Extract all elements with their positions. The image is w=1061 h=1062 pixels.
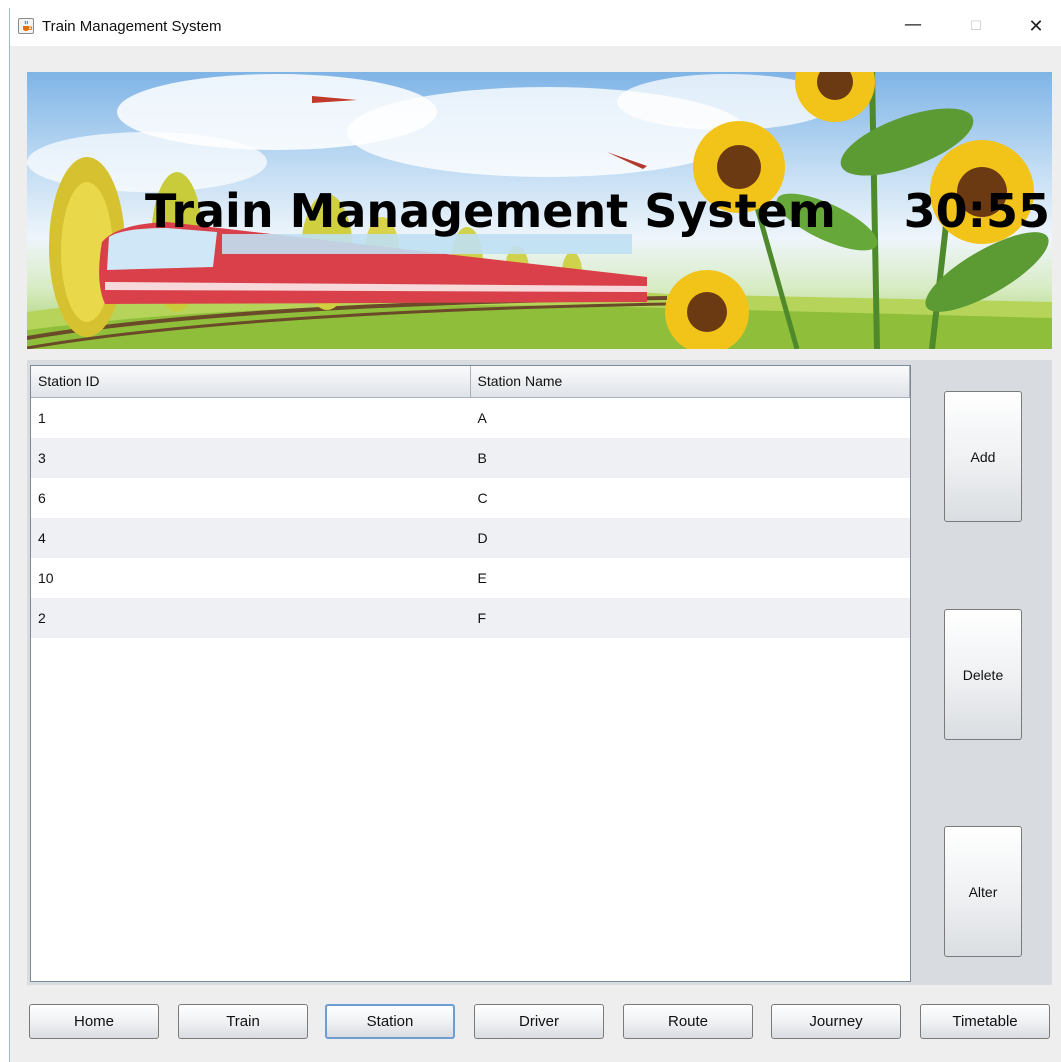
column-header-station-id[interactable]: Station ID: [31, 366, 471, 398]
cell-station-id: 2: [38, 610, 46, 626]
banner-title: Train Management System: [145, 184, 836, 238]
cell-station-id: 3: [38, 450, 46, 466]
table-row[interactable]: 3 B: [31, 438, 910, 478]
column-header-station-name[interactable]: Station Name: [471, 366, 910, 398]
window-title: Train Management System: [42, 18, 222, 35]
header-banner: Train Management System 30:55: [27, 72, 1052, 349]
app-window: Train Management System — ☐ ✕ Train Mana…: [9, 8, 1061, 1062]
clock-display: 30:55: [903, 184, 1050, 238]
table-header: Station ID Station Name: [31, 366, 910, 398]
bottom-nav: Home Train Station Driver Route Journey …: [27, 1002, 1052, 1042]
table-row[interactable]: 10 E: [31, 558, 910, 598]
java-cup-icon[interactable]: [18, 18, 34, 34]
table-row[interactable]: 4 D: [31, 518, 910, 558]
table-row[interactable]: 6 C: [31, 478, 910, 518]
nav-station-button[interactable]: Station: [325, 1004, 455, 1039]
cell-station-id: 1: [38, 410, 46, 426]
nav-timetable-button[interactable]: Timetable: [920, 1004, 1050, 1039]
nav-route-button[interactable]: Route: [623, 1004, 753, 1039]
alter-button[interactable]: Alter: [944, 826, 1022, 957]
station-table[interactable]: Station ID Station Name 1 A 3 B 6 C 4 D …: [30, 365, 911, 982]
maximize-button[interactable]: ☐: [953, 12, 999, 42]
close-button[interactable]: ✕: [1013, 12, 1059, 42]
table-body: 1 A 3 B 6 C 4 D 10 E 2 F: [31, 398, 910, 638]
content-panel: Station ID Station Name 1 A 3 B 6 C 4 D …: [27, 360, 1052, 985]
cell-station-id: 4: [38, 530, 46, 546]
minimize-button[interactable]: —: [890, 12, 936, 42]
cell-station-name: B: [477, 450, 487, 466]
table-row[interactable]: 2 F: [31, 598, 910, 638]
table-row[interactable]: 1 A: [31, 398, 910, 438]
cell-station-name: D: [477, 530, 488, 546]
cell-station-name: C: [477, 490, 488, 506]
cell-station-name: A: [477, 410, 487, 426]
add-button[interactable]: Add: [944, 391, 1022, 522]
cell-station-name: E: [477, 570, 487, 586]
cell-station-id: 10: [38, 570, 54, 586]
title-bar[interactable]: Train Management System — ☐ ✕: [10, 8, 1061, 46]
nav-home-button[interactable]: Home: [29, 1004, 159, 1039]
nav-train-button[interactable]: Train: [178, 1004, 308, 1039]
delete-button[interactable]: Delete: [944, 609, 1022, 740]
cell-station-id: 6: [38, 490, 46, 506]
nav-driver-button[interactable]: Driver: [474, 1004, 604, 1039]
cell-station-name: F: [477, 610, 487, 626]
nav-journey-button[interactable]: Journey: [771, 1004, 901, 1039]
